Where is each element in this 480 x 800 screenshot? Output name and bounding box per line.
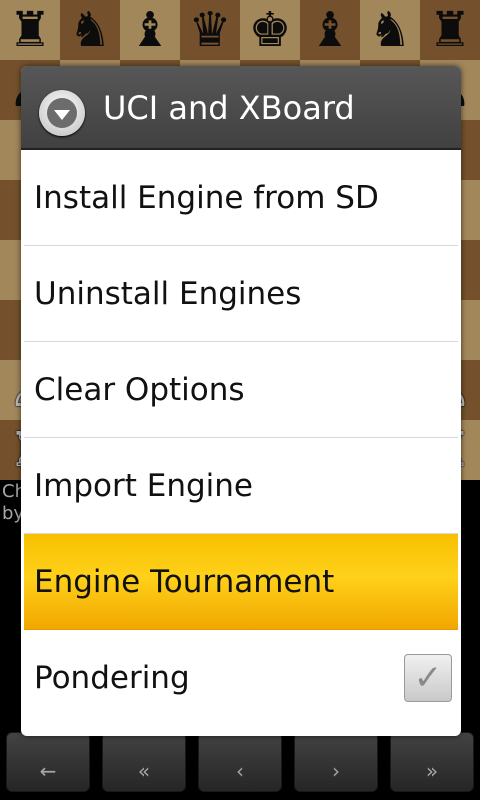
uci-xboard-dialog: UCI and XBoard Install Engine from SD Un… <box>21 66 461 736</box>
menu-item-label: Clear Options <box>34 371 245 408</box>
menu-item-label: Import Engine <box>34 467 253 504</box>
pondering-checkbox[interactable]: ✓ <box>404 654 452 702</box>
menu-item-label: Pondering <box>34 660 190 696</box>
menu-item-clear-options[interactable]: Clear Options <box>24 342 458 438</box>
dialog-menu: Install Engine from SD Uninstall Engines… <box>24 150 458 726</box>
checkmark-icon: ✓ <box>413 658 443 698</box>
menu-item-label: Engine Tournament <box>34 563 335 600</box>
menu-item-pondering[interactable]: Pondering ✓ <box>24 630 458 726</box>
dialog-title: UCI and XBoard <box>103 89 355 127</box>
dropdown-arrow-icon <box>39 90 85 136</box>
dialog-header: UCI and XBoard <box>21 66 461 150</box>
menu-item-uninstall-engines[interactable]: Uninstall Engines <box>24 246 458 342</box>
menu-item-label: Install Engine from SD <box>34 179 379 216</box>
menu-item-label: Uninstall Engines <box>34 275 302 312</box>
menu-item-import-engine[interactable]: Import Engine <box>24 438 458 534</box>
menu-item-engine-tournament[interactable]: Engine Tournament <box>24 534 458 630</box>
menu-item-install-engine[interactable]: Install Engine from SD <box>24 150 458 246</box>
